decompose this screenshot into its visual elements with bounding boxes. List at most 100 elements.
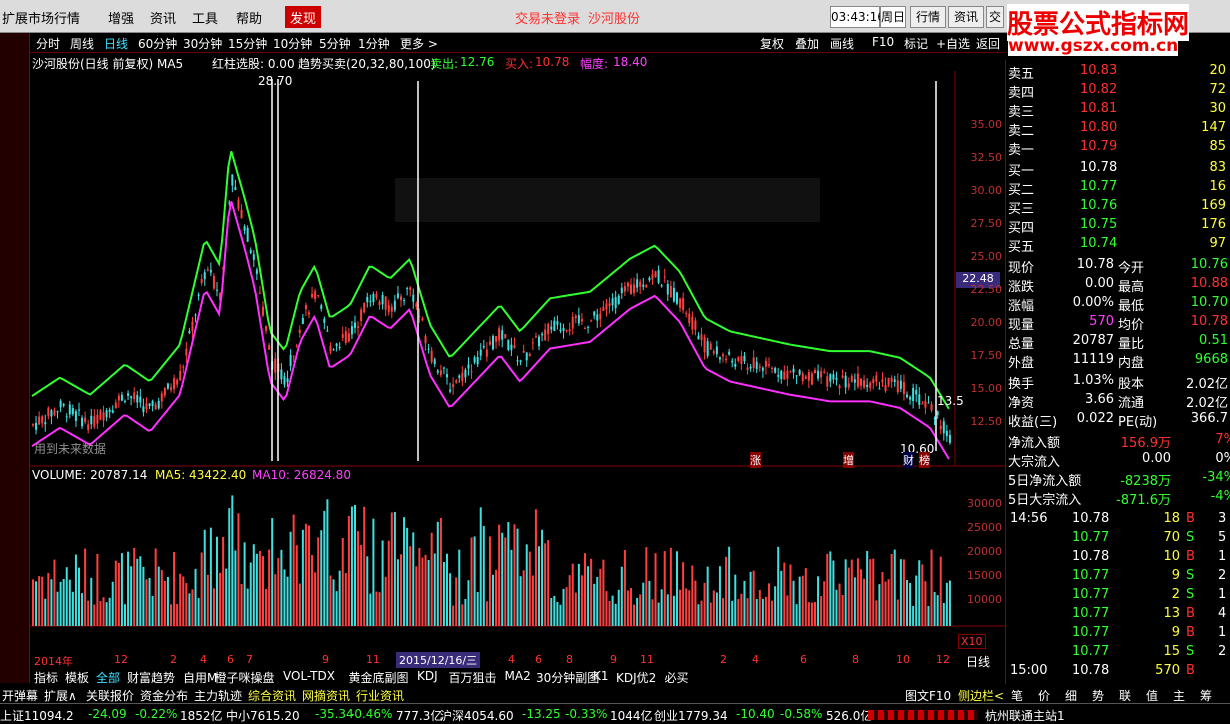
indicator-tab[interactable]: KDJ — [417, 669, 438, 683]
indicator-tab[interactable]: 指标 — [34, 669, 58, 686]
index-zx[interactable]: 中小7615.20 — [226, 707, 300, 724]
tick-row[interactable]: 15:00 10.78 570 B — [1006, 662, 1230, 681]
marker-cai[interactable]: 财 — [903, 452, 914, 468]
bottom-tab[interactable]: 行业资讯 — [356, 687, 404, 704]
sidebar-toggle[interactable]: 侧边栏< — [958, 687, 1004, 704]
server-site[interactable]: 杭州联通主站1 — [985, 707, 1065, 724]
stat-row[interactable]: 涨幅 0.00% 最低 10.70 — [1006, 294, 1230, 314]
ask-row[interactable]: 卖一 10.79 85 — [1006, 138, 1230, 158]
period-30m[interactable]: 30分钟 — [183, 35, 222, 52]
bottom-tab[interactable]: 主力轨迹 — [194, 687, 242, 704]
tool-draw[interactable]: 画线 — [830, 35, 854, 52]
period-10m[interactable]: 10分钟 — [273, 35, 312, 52]
bid-row[interactable]: 买一 10.78 83 — [1006, 159, 1230, 179]
menu-news[interactable]: 资讯 — [150, 8, 176, 27]
marker-zhang[interactable]: 涨 — [750, 452, 761, 468]
tool-back[interactable]: 返回 — [976, 35, 1000, 52]
tick-row[interactable]: 14:56 10.78 18 B 3 — [1006, 510, 1230, 529]
side-tab[interactable]: 筹 — [1200, 687, 1212, 704]
indicator-tab[interactable]: 财富趋势 — [127, 669, 175, 686]
bid-row[interactable]: 买四 10.75 176 — [1006, 216, 1230, 236]
bid-row[interactable]: 买五 10.74 97 — [1006, 235, 1230, 255]
tab-info[interactable]: 资讯 — [948, 6, 984, 28]
tick-row[interactable]: 10.77 2 S 1 — [1006, 586, 1230, 605]
tool-overlay[interactable]: 叠加 — [795, 35, 819, 52]
index-hs[interactable]: 沪深4054.60 — [440, 707, 514, 724]
period-5m[interactable]: 5分钟 — [319, 35, 351, 52]
tick-row[interactable]: 10.77 15 S 2 — [1006, 643, 1230, 662]
side-tab[interactable]: 势 — [1092, 687, 1104, 704]
indicator-tab[interactable]: 百万狙击 — [449, 669, 497, 686]
side-tab[interactable]: 笔 — [1011, 687, 1023, 704]
tick-row[interactable]: 10.78 10 B 1 — [1006, 548, 1230, 567]
indicator-tab[interactable]: 全部 — [96, 669, 120, 686]
bottom-tab[interactable]: 综合资讯 — [248, 687, 296, 704]
indicator-tab[interactable]: 橙子咪操盘 — [215, 669, 275, 686]
flow-row[interactable]: 净流入额 156.9万 7% — [1006, 431, 1230, 451]
flow-row[interactable]: 5日大宗流入 -871.6万 -4% — [1006, 488, 1230, 508]
bid-row[interactable]: 买三 10.76 169 — [1006, 197, 1230, 217]
stat-row[interactable]: 涨跌 0.00 最高 10.88 — [1006, 275, 1230, 295]
period-week[interactable]: 周线 — [70, 35, 94, 52]
tool-f10[interactable]: F10 — [872, 35, 894, 49]
tool-fuquan[interactable]: 复权 — [760, 35, 784, 52]
menu-help[interactable]: 帮助 — [236, 8, 262, 27]
side-tab[interactable]: 联 — [1119, 687, 1131, 704]
tool-mark[interactable]: 标记 — [904, 35, 928, 52]
stat-row[interactable]: 净资 3.66 流通 2.02亿 — [1006, 391, 1230, 411]
period-timeshare[interactable]: 分时 — [36, 35, 60, 52]
tick-row[interactable]: 10.77 70 S 5 — [1006, 529, 1230, 548]
indicator-tab[interactable]: K1 — [593, 669, 609, 683]
marker-bang[interactable]: 榜 — [919, 452, 930, 468]
indicator-tab[interactable]: VOL-TDX — [283, 669, 335, 683]
menu-market[interactable]: 扩展市场行情 — [2, 8, 80, 27]
stat-row[interactable]: 总量 20787 量比 0.51 — [1006, 332, 1230, 352]
tick-row[interactable]: 10.77 13 B 4 — [1006, 605, 1230, 624]
discover-button[interactable]: 发现 — [285, 6, 322, 28]
indicator-tab[interactable]: 黄金底副图 — [349, 669, 409, 686]
indicator-tab[interactable]: 模板 — [65, 669, 89, 686]
stat-row[interactable]: 换手 1.03% 股本 2.02亿 — [1006, 372, 1230, 392]
kline-chart[interactable] — [30, 71, 1005, 683]
tick-row[interactable]: 10.77 9 B 1 — [1006, 624, 1230, 643]
stat-row[interactable]: 外盘 11119 内盘 9668 — [1006, 351, 1230, 371]
indicator-tab[interactable]: 自用M — [183, 669, 217, 686]
stat-row[interactable]: 现价 10.78 今开 10.76 — [1006, 256, 1230, 276]
indicator-tab[interactable]: MA2 — [505, 669, 531, 683]
ask-row[interactable]: 卖四 10.82 72 — [1006, 81, 1230, 101]
bottom-tab[interactable]: 扩展∧ — [44, 687, 77, 704]
ask-row[interactable]: 卖二 10.80 147 — [1006, 119, 1230, 139]
marker-zeng[interactable]: 增 — [843, 452, 854, 468]
bottom-tab[interactable]: 网摘资讯 — [302, 687, 350, 704]
flow-row[interactable]: 大宗流入 0.00 0% — [1006, 450, 1230, 470]
period-day[interactable]: 日线 — [104, 35, 128, 52]
stat-row[interactable]: 收益(三) 0.022 PE(动) 366.7 — [1006, 410, 1230, 430]
menu-tools[interactable]: 工具 — [192, 8, 218, 27]
period-60m[interactable]: 60分钟 — [138, 35, 177, 52]
tab-trade[interactable]: 交 — [986, 6, 1004, 28]
index-sh[interactable]: 上证11094.2 — [0, 707, 74, 724]
side-tab[interactable]: 值 — [1146, 687, 1158, 704]
period-15m[interactable]: 15分钟 — [228, 35, 267, 52]
bid-row[interactable]: 买二 10.77 16 — [1006, 178, 1230, 198]
side-tab[interactable]: 价 — [1038, 687, 1050, 704]
tick-row[interactable]: 10.77 9 S 2 — [1006, 567, 1230, 586]
bottom-tab[interactable]: 资金分布 — [140, 687, 188, 704]
indicator-tab[interactable]: 必买 — [665, 669, 689, 686]
ask-row[interactable]: 卖五 10.83 20 — [1006, 62, 1230, 82]
indicator-tab[interactable]: KDJ优2 — [616, 669, 656, 686]
flow-row[interactable]: 5日净流入额 -8238万 -34% — [1006, 469, 1230, 489]
tab-quote[interactable]: 行情 — [910, 6, 946, 28]
bottom-tab[interactable]: 关联报价 — [86, 687, 134, 704]
bottom-tab[interactable]: 开弹幕 — [2, 687, 38, 704]
index-cy[interactable]: 创业1779.34 — [654, 707, 728, 724]
tool-add-watch[interactable]: +自选 — [936, 35, 970, 52]
side-tab[interactable]: 细 — [1065, 687, 1077, 704]
menu-enhance[interactable]: 增强 — [108, 8, 134, 27]
period-1m[interactable]: 1分钟 — [358, 35, 390, 52]
stat-row[interactable]: 现量 570 均价 10.78 — [1006, 313, 1230, 333]
ask-row[interactable]: 卖三 10.81 30 — [1006, 100, 1230, 120]
f10-button[interactable]: 图文F10 — [905, 687, 951, 704]
indicator-tab[interactable]: 30分钟副图 — [536, 669, 599, 686]
period-more[interactable]: 更多 > — [400, 35, 438, 52]
